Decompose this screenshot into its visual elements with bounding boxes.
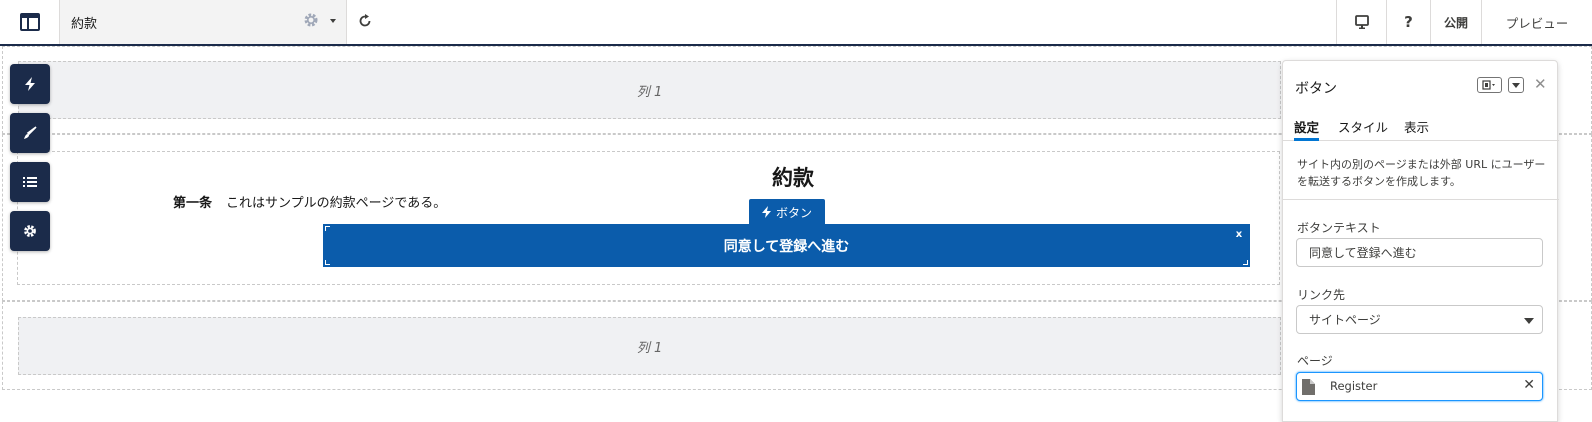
page-value: Register [1330,379,1378,393]
panel-dropdown-button[interactable] [1508,77,1524,93]
lightning-icon [761,206,771,218]
resize-handle[interactable] [325,226,330,231]
brush-icon [24,126,37,139]
component-icon [1481,80,1495,90]
chevron-down-icon[interactable] [330,19,336,23]
gear-icon[interactable] [303,12,319,32]
component-menu-button[interactable] [1477,77,1502,93]
document-icon [1302,379,1315,395]
help-icon: ? [1404,13,1413,31]
lightning-icon [25,77,35,91]
divider [1283,199,1559,200]
column-label: 列 1 [636,340,663,356]
list-icon [23,177,37,187]
button-text-input[interactable]: 同意して登録へ進む [1296,238,1543,267]
article-text: 第一条 これはサンプルの約款ページである。 [173,196,447,211]
resize-handle[interactable] [325,260,330,265]
preview-button[interactable]: プレビュー [1481,0,1592,44]
resize-handle[interactable] [1243,260,1248,265]
close-icon[interactable]: ✕ [1534,75,1547,93]
link-label: リンク先 [1297,288,1346,302]
property-panel: ボタン ✕ 設定 スタイル 表示 サイト内の別のページまたは外部 URL にユー… [1282,60,1559,422]
page-name: 約款 [71,17,98,32]
button-text-label: ボタンテキスト [1297,221,1381,235]
panel-description: サイト内の別のページまたは外部 URL にユーザーを転送するボタンを作成します。 [1297,158,1546,188]
clear-icon[interactable]: ✕ [1523,377,1535,393]
close-icon[interactable]: x [1231,227,1247,241]
help-button[interactable]: ? [1386,0,1430,44]
gear-icon [24,225,36,237]
refresh-icon[interactable] [357,13,373,33]
link-select[interactable]: サイトページ [1296,305,1543,334]
article-label: 第一条 [173,196,213,211]
theme-button[interactable] [10,113,50,153]
tab-visibility[interactable]: 表示 [1404,117,1429,141]
content-column[interactable]: 約款 第一条 これはサンプルの約款ページである。 ボタン 同意して登録へ進む x [17,151,1280,285]
panel-tabs: 設定 スタイル 表示 [1283,113,1559,141]
desktop-icon [1354,15,1369,29]
layout-icon [19,13,40,31]
column-bottom[interactable]: 列 1 [18,317,1281,375]
page-selector[interactable]: 約款 [60,0,347,44]
page-label: ページ [1297,354,1333,368]
page-structure-button[interactable] [10,162,50,202]
app-menu-button[interactable] [0,0,60,44]
panel-title: ボタン [1295,81,1337,97]
settings-button[interactable] [10,211,50,251]
chevron-down-icon [1524,318,1534,324]
column-label: 列 1 [636,84,663,100]
device-preview-button[interactable] [1336,0,1386,44]
tab-settings[interactable]: 設定 [1294,117,1320,141]
agree-register-button[interactable]: 同意して登録へ進む x [323,224,1250,267]
chevron-down-icon [1512,82,1520,88]
button-component-tag[interactable]: ボタン [749,199,825,225]
tab-style[interactable]: スタイル [1338,117,1388,141]
page-lookup[interactable]: Register ✕ [1296,372,1543,401]
builder-header: 約款 ? 公開 プレビュー [0,0,1592,46]
publish-button[interactable]: 公開 [1430,0,1481,44]
column-top[interactable]: 列 1 [18,61,1281,119]
components-button[interactable] [10,64,50,104]
